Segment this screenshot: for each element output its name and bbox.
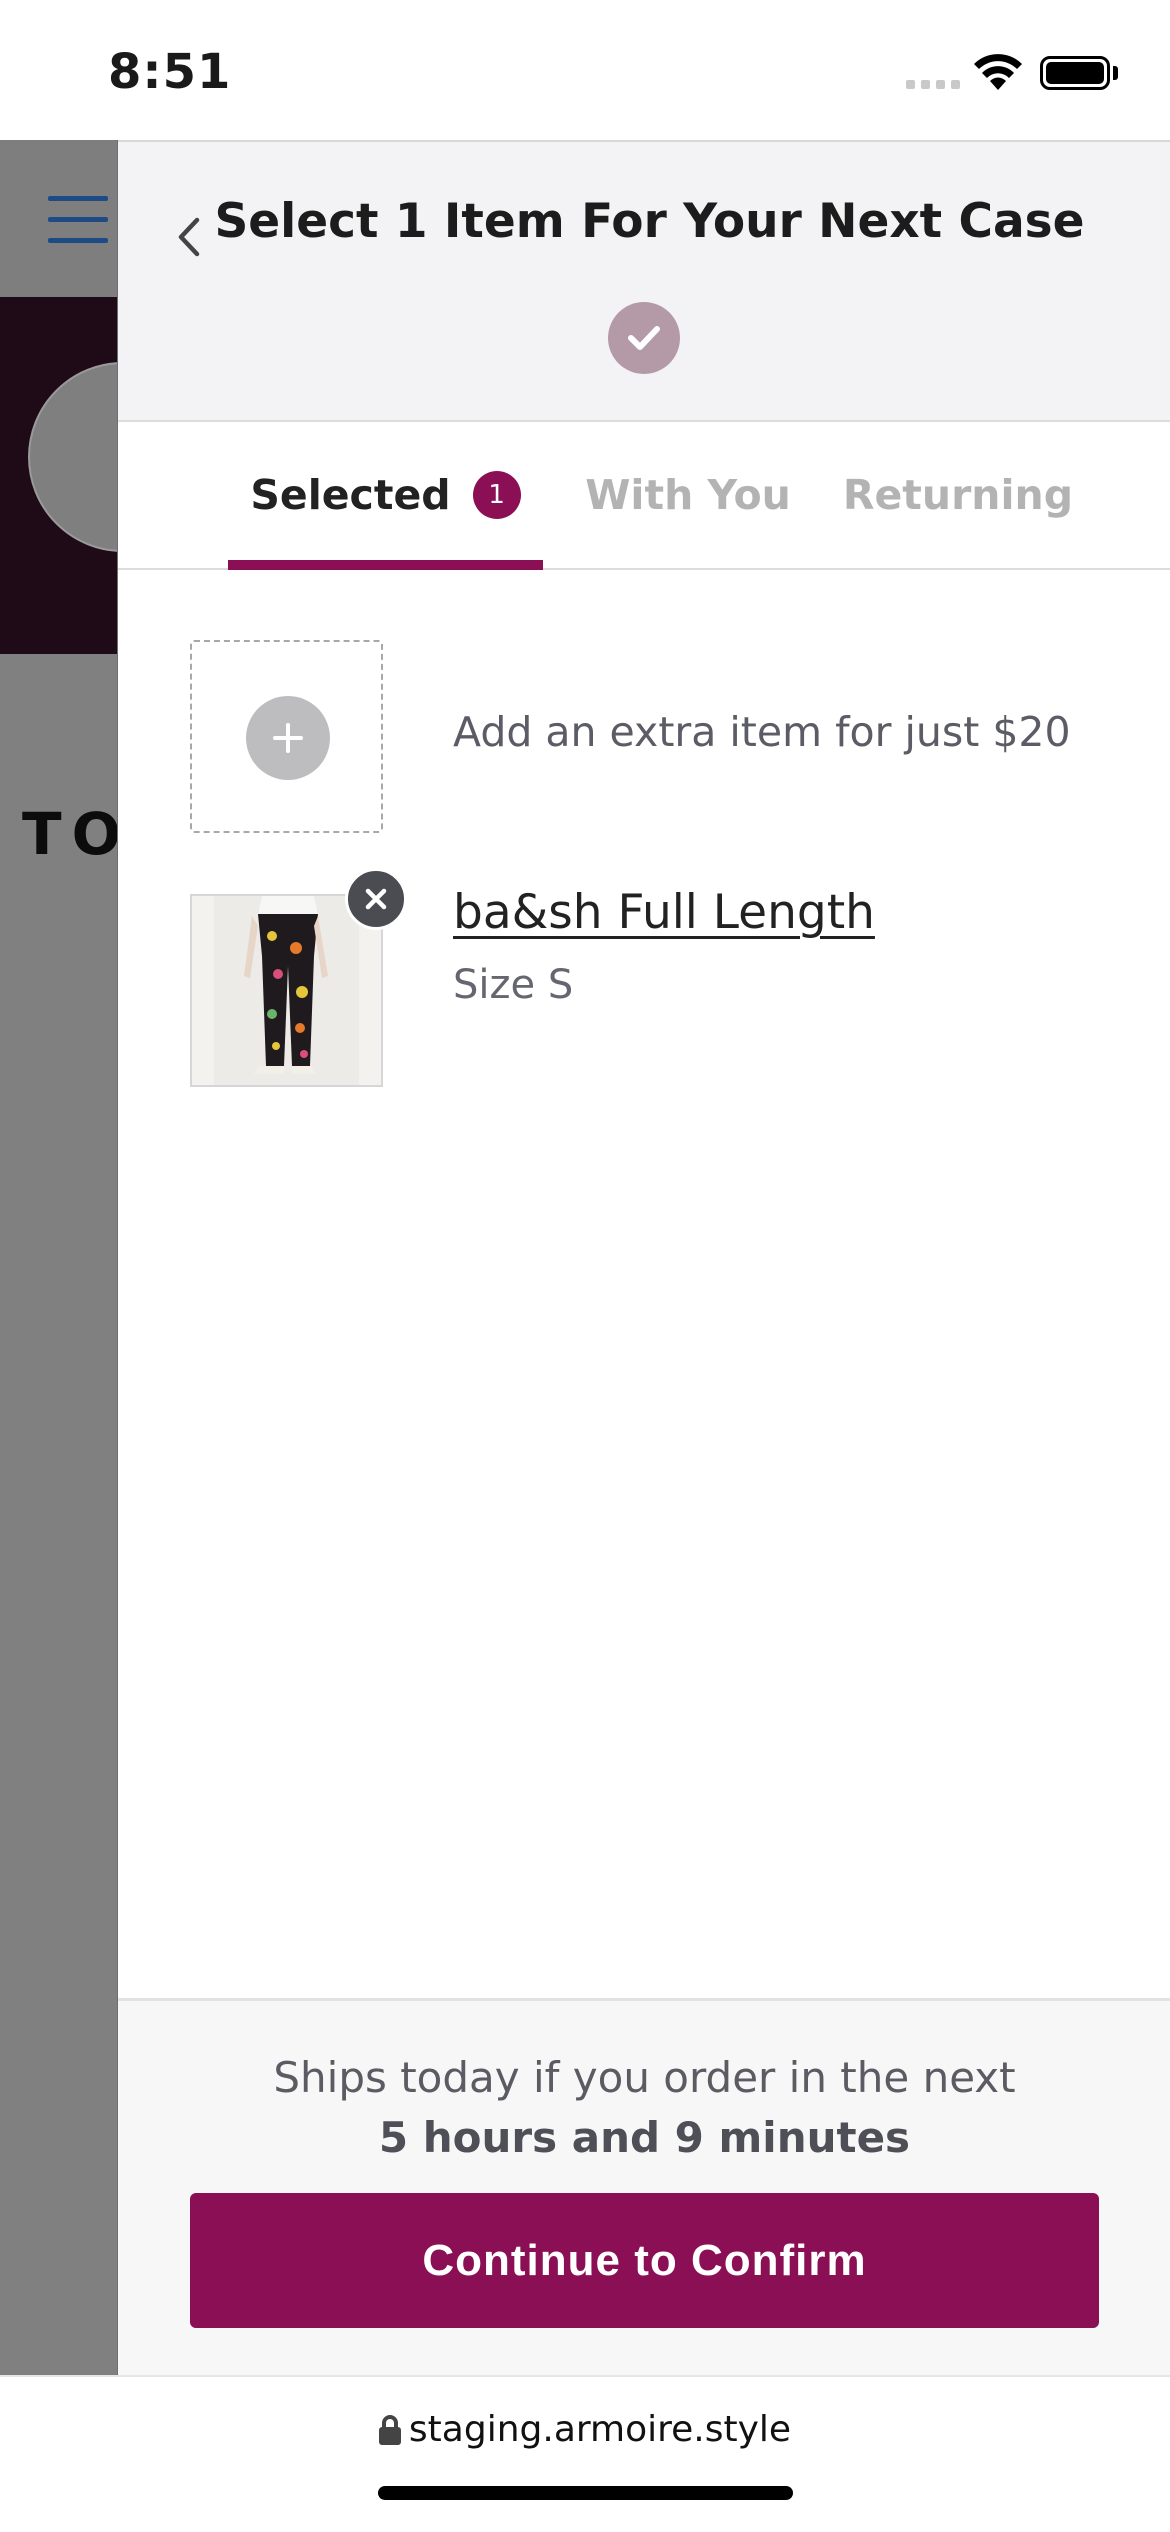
plus-icon — [246, 696, 330, 780]
remove-item-button[interactable] — [345, 868, 407, 930]
case-drawer: Select 1 Item For Your Next Case Selecte… — [117, 140, 1170, 2375]
step-check-icon — [608, 302, 680, 374]
battery-icon — [1040, 56, 1110, 90]
add-extra-item-label[interactable]: Add an extra item for just $20 — [453, 708, 1071, 756]
add-extra-item-button[interactable] — [190, 640, 383, 833]
ship-countdown: 5 hours and 9 minutes — [378, 2113, 911, 2162]
drawer-footer: Ships today if you order in the next 5 h… — [118, 1998, 1170, 2375]
tab-selected[interactable]: Selected 1 — [228, 422, 543, 570]
background-page: TO — [0, 140, 117, 2375]
url-display[interactable]: staging.armoire.style — [0, 2409, 1170, 2450]
tab-returning[interactable]: Returning — [818, 422, 1098, 568]
tab-returning-label: Returning — [842, 471, 1074, 519]
battery-tip — [1113, 66, 1118, 80]
close-icon — [365, 888, 387, 910]
home-indicator[interactable] — [378, 2486, 793, 2500]
lock-icon — [378, 2414, 401, 2445]
tab-with-you-label: With You — [585, 471, 791, 519]
item-size: Size S — [453, 962, 574, 1008]
background-header — [0, 140, 117, 297]
ship-notice-text: Ships today if you order in the next — [273, 2053, 1016, 2102]
tab-bar: Selected 1 With You Returning — [118, 422, 1170, 570]
hamburger-menu-icon — [48, 196, 108, 259]
background-heading: TO — [22, 800, 117, 868]
url-text: staging.armoire.style — [408, 2409, 792, 2450]
browser-address-bar[interactable]: staging.armoire.style — [0, 2375, 1170, 2532]
tab-with-you[interactable]: With You — [568, 422, 808, 568]
tab-selected-label: Selected — [250, 471, 451, 519]
cellular-signal-icon — [906, 80, 960, 89]
continue-to-confirm-button[interactable]: Continue to Confirm — [190, 2193, 1099, 2328]
drawer-header: Select 1 Item For Your Next Case — [118, 140, 1170, 422]
page-title: Select 1 Item For Your Next Case — [214, 194, 1085, 249]
status-time: 8:51 — [108, 44, 232, 100]
status-bar: 8:51 — [0, 0, 1170, 140]
selected-count-badge: 1 — [472, 471, 521, 519]
item-thumbnail[interactable] — [190, 894, 383, 1087]
item-name-link[interactable]: ba&sh Full Length — [453, 885, 875, 940]
wifi-icon — [972, 52, 1024, 96]
